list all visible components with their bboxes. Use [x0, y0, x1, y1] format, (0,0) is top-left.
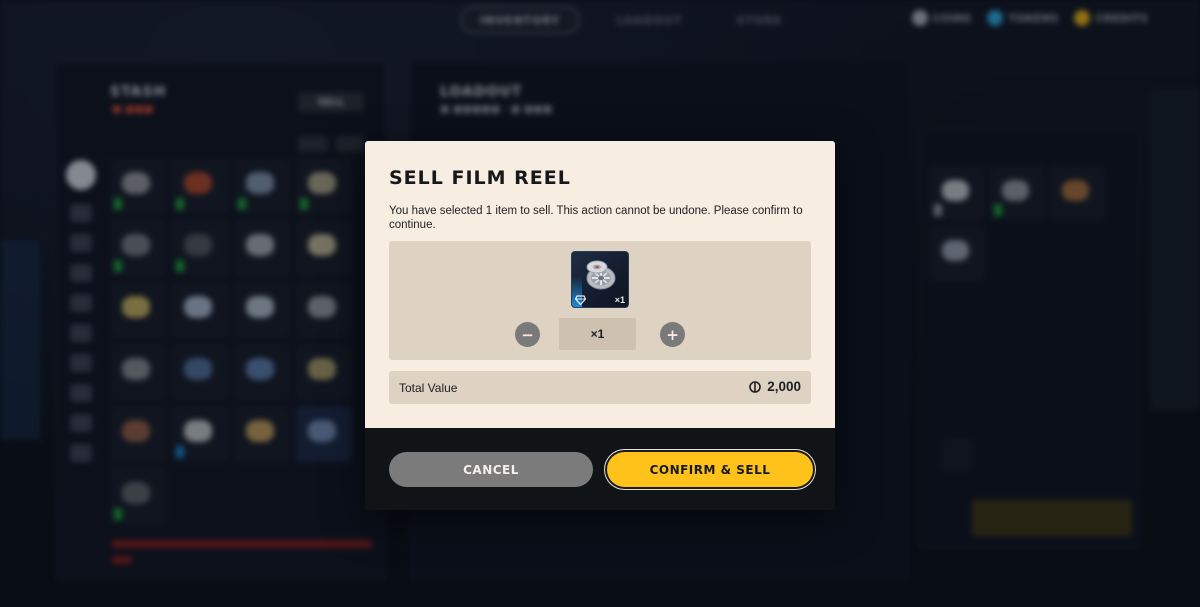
sell-dialog: SELL FILM REEL You have selected 1 item …	[365, 141, 835, 510]
film-reel-icon	[586, 260, 616, 290]
total-value-label: Total Value	[399, 381, 458, 395]
dialog-title: SELL FILM REEL	[389, 167, 571, 189]
quantity-field[interactable]: ×1	[559, 318, 636, 350]
confirm-sell-button[interactable]: CONFIRM & SELL	[607, 452, 813, 487]
item-quantity-badge: ×1	[614, 295, 625, 305]
item-panel: ×1 − ×1 +	[389, 241, 811, 360]
minus-icon: −	[521, 325, 534, 344]
plus-icon: +	[666, 325, 679, 344]
total-value-row: Total Value 2,000	[389, 371, 811, 404]
increase-quantity-button[interactable]: +	[660, 322, 685, 347]
total-value-amount: 2,000	[767, 379, 801, 394]
coin-icon	[749, 380, 762, 393]
gem-icon	[575, 295, 586, 305]
sell-dialog-body: SELL FILM REEL You have selected 1 item …	[365, 141, 835, 428]
cancel-button[interactable]: CANCEL	[389, 452, 593, 487]
item-card: ×1	[571, 251, 629, 308]
dialog-description: You have selected 1 item to sell. This a…	[389, 205, 803, 231]
total-value: 2,000	[749, 379, 801, 394]
decrease-quantity-button[interactable]: −	[515, 322, 540, 347]
